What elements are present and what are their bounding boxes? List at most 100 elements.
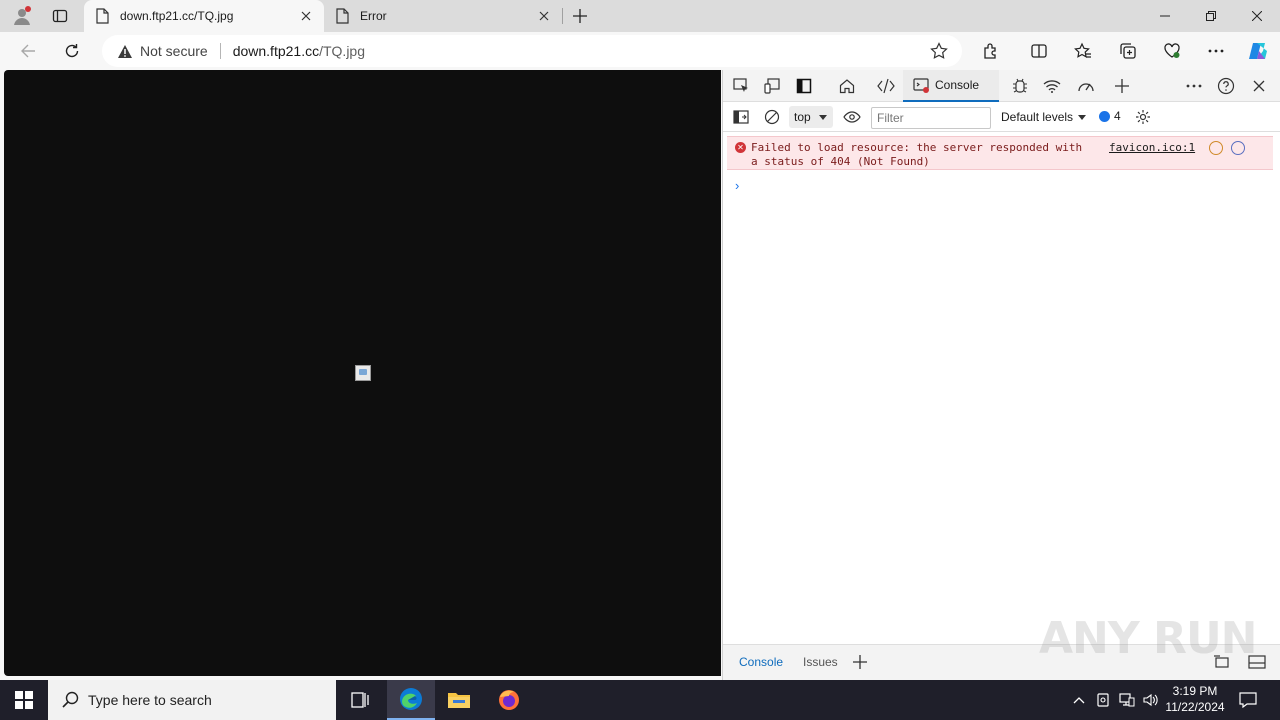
page-icon [334, 8, 350, 24]
tab-separator [562, 8, 563, 24]
tab-error[interactable]: Error [324, 0, 562, 32]
close-devtools-button[interactable] [1248, 76, 1270, 96]
close-icon[interactable] [298, 8, 314, 24]
dock-side-button[interactable] [793, 76, 815, 96]
new-tab-button[interactable] [568, 4, 592, 28]
tab-console[interactable]: Console [903, 70, 999, 102]
chevron-up-icon [1073, 697, 1085, 704]
tab-actions-button[interactable] [46, 4, 74, 28]
help-button[interactable] [1215, 76, 1237, 96]
more-icon [1186, 84, 1202, 88]
close-icon[interactable] [536, 8, 552, 24]
console-prompt[interactable]: › [735, 178, 739, 193]
devtools-tab-bar: Console [723, 70, 1280, 102]
close-icon [1253, 80, 1265, 92]
copilot-button[interactable] [1244, 37, 1272, 65]
profile-icon [14, 6, 31, 25]
copilot-explain-icon[interactable] [1231, 141, 1245, 155]
tray-volume[interactable] [1140, 680, 1162, 720]
plus-icon[interactable] [853, 655, 867, 669]
customize-devtools-button[interactable] [1183, 76, 1205, 96]
bug-icon [1013, 78, 1027, 93]
favorites-button[interactable] [1069, 37, 1097, 65]
edge-icon [400, 688, 422, 710]
start-button[interactable] [0, 680, 48, 720]
back-button[interactable] [14, 37, 42, 65]
taskbar-edge[interactable] [387, 680, 435, 720]
error-icon: ✕ [735, 142, 746, 153]
page-viewport[interactable] [4, 70, 721, 676]
sources-tab[interactable] [1009, 76, 1031, 96]
taskbar-search[interactable]: Type here to search [48, 680, 336, 720]
block-icon [764, 109, 780, 125]
broken-image-icon [355, 365, 371, 381]
url-path: /TQ.jpg [319, 43, 365, 59]
profile-button[interactable] [8, 4, 36, 28]
show-hidden-icons-button[interactable] [1068, 680, 1090, 720]
taskbar-file-explorer[interactable] [435, 680, 483, 720]
search-placeholder: Type here to search [88, 692, 212, 708]
tab-image[interactable]: down.ftp21.cc/TQ.jpg [84, 0, 324, 32]
devtools-panel: Console top Filter Default levels 4 ✕ Fa… [722, 70, 1280, 680]
tray-meet-now[interactable] [1092, 680, 1114, 720]
more-tools-button[interactable] [1111, 76, 1133, 96]
sidebar-icon [733, 110, 749, 124]
inspect-element-button[interactable] [730, 76, 752, 96]
warning-icon[interactable] [116, 42, 134, 60]
security-label[interactable]: Not secure [140, 43, 208, 59]
devtools-drawer: Console Issues ANY RUN [723, 613, 1280, 680]
network-tab[interactable] [1041, 76, 1063, 96]
sidebar-toggle-button[interactable] [730, 107, 752, 127]
close-window-button[interactable] [1234, 0, 1280, 32]
task-view-icon [351, 692, 369, 708]
issues-counter[interactable]: 4 [1099, 109, 1121, 123]
settings-menu-button[interactable] [1202, 37, 1230, 65]
tab-title: Error [360, 9, 387, 23]
minimize-button[interactable] [1142, 0, 1188, 32]
chevron-down-icon [1078, 114, 1087, 120]
console-toolbar: top Default levels 4 [723, 102, 1280, 132]
undock-drawer-icon[interactable] [1213, 655, 1231, 669]
copilot-icon [1249, 43, 1267, 59]
log-levels-dropdown[interactable]: Default levels [1001, 110, 1087, 124]
drawer-tab-console[interactable]: Console [739, 655, 783, 669]
refresh-icon [65, 44, 79, 58]
console-icon [913, 78, 929, 93]
message-icon [1099, 110, 1110, 122]
url-host: down.ftp21.cc [232, 43, 320, 59]
browser-essentials-button[interactable] [1158, 37, 1186, 65]
home-icon [839, 79, 855, 94]
context-selector[interactable]: top [789, 106, 833, 128]
star-icon[interactable] [930, 42, 948, 60]
drawer-tab-issues[interactable]: Issues [803, 655, 838, 669]
clear-console-button[interactable] [761, 107, 783, 127]
collections-button[interactable] [1114, 37, 1142, 65]
dock-icon [796, 78, 812, 94]
clock-date: 11/22/2024 [1165, 700, 1225, 714]
chevron-down-icon [818, 114, 827, 120]
filter-input[interactable] [871, 107, 991, 129]
taskbar-firefox[interactable] [485, 680, 533, 720]
task-view-button[interactable] [336, 680, 384, 720]
console-settings-button[interactable] [1132, 107, 1154, 127]
split-screen-button[interactable] [1025, 37, 1053, 65]
console-error-message[interactable]: ✕ Failed to load resource: the server re… [727, 136, 1273, 170]
welcome-tab[interactable] [836, 76, 858, 96]
device-emulation-button[interactable] [761, 76, 783, 96]
restore-button[interactable] [1188, 0, 1234, 32]
error-source-link[interactable]: favicon.ico:1 [1109, 141, 1195, 154]
refresh-button[interactable] [58, 37, 86, 65]
close-drawer-icon[interactable] [1248, 655, 1266, 669]
address-bar[interactable]: Not secure down.ftp21.cc/TQ.jpg [102, 35, 962, 67]
elements-tab[interactable] [875, 76, 897, 96]
live-expression-button[interactable] [841, 107, 863, 127]
tray-network[interactable] [1116, 680, 1138, 720]
notifications-button[interactable] [1234, 680, 1262, 720]
url-text[interactable]: down.ftp21.cc/TQ.jpg [233, 43, 365, 59]
more-icon [1208, 49, 1224, 53]
notification-icon [1239, 692, 1257, 708]
performance-tab[interactable] [1075, 76, 1097, 96]
issue-insight-icon[interactable] [1209, 141, 1223, 155]
taskbar-clock[interactable]: 3:19 PM 11/22/2024 [1160, 683, 1230, 715]
extensions-button[interactable] [977, 37, 1005, 65]
